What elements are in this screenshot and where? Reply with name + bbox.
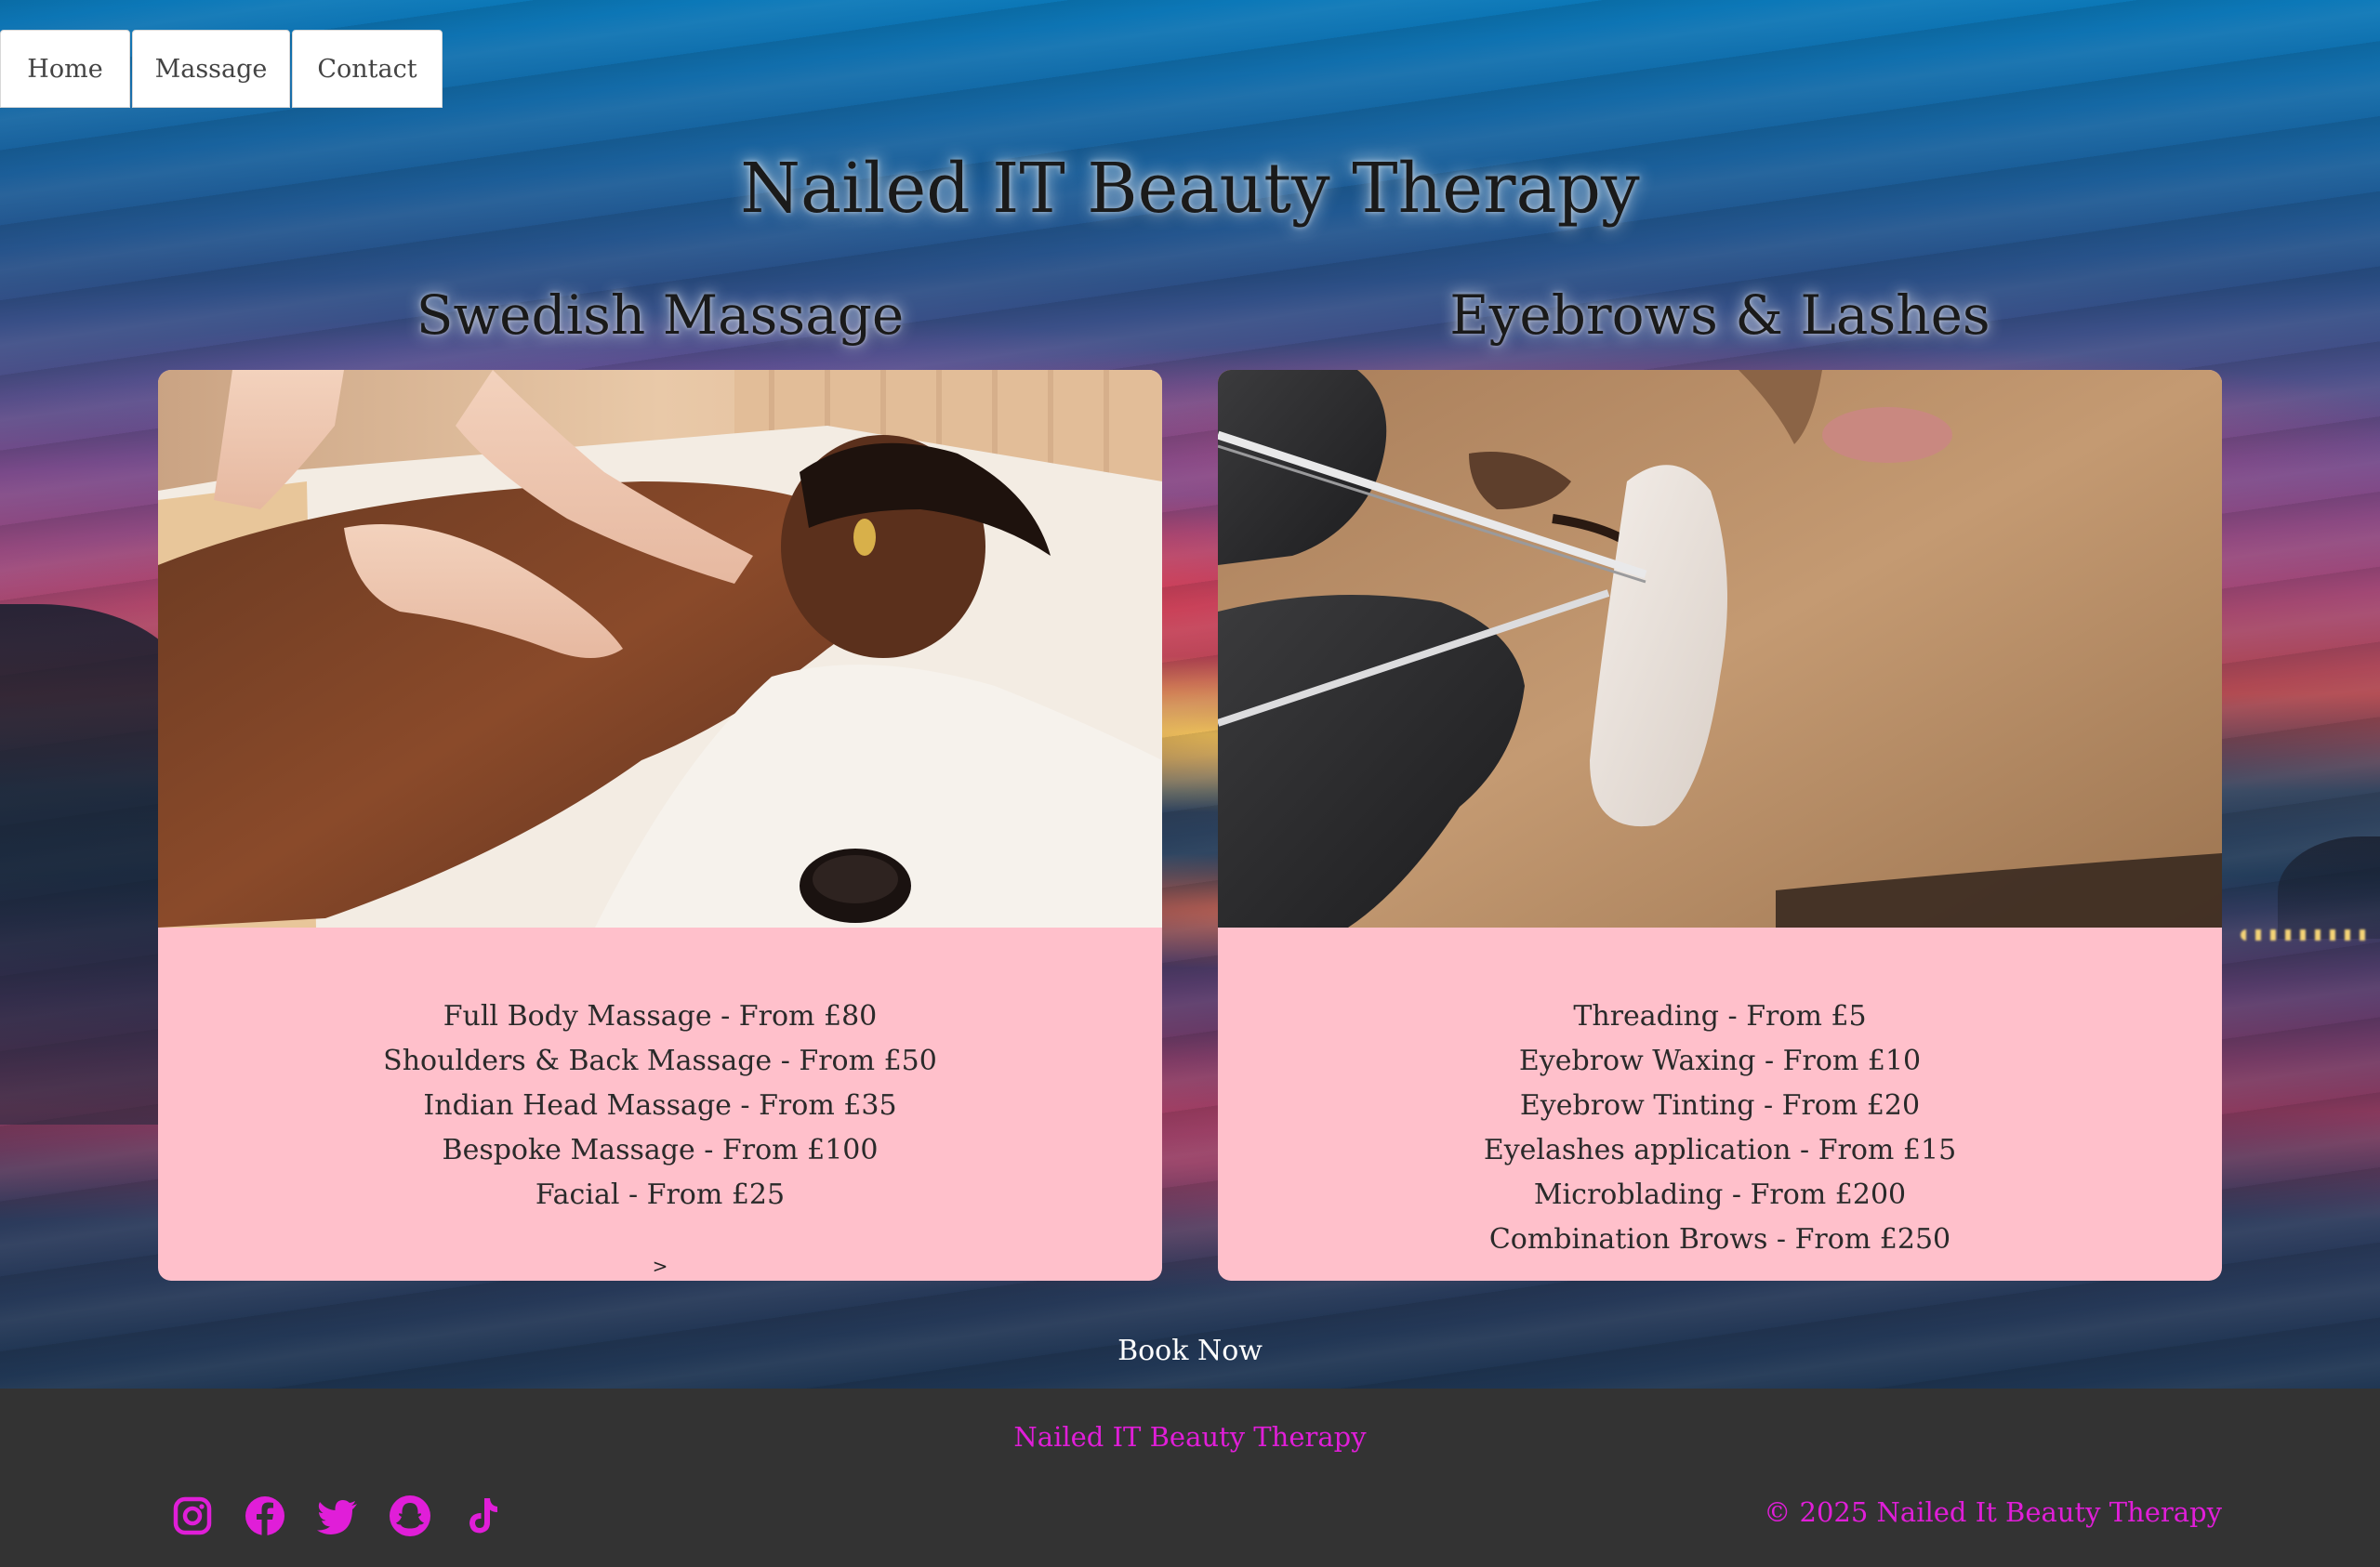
service-eyelashes: Eyelashes application - From £15 xyxy=(1483,1134,1957,1166)
lashes-photo xyxy=(1218,370,2222,928)
service-combination-brows: Combination Brows - From £250 xyxy=(1488,1223,1951,1256)
service-threading: Threading - From £5 xyxy=(1573,1000,1867,1033)
massage-more-link[interactable]: > xyxy=(158,1255,1162,1277)
massage-photo xyxy=(158,370,1162,928)
service-eyebrow-tinting: Eyebrow Tinting - From £20 xyxy=(1519,1089,1921,1122)
massage-service-list: Full Body Massage - From £80 Shoulders &… xyxy=(158,994,1162,1218)
massage-heading: Swedish Massage xyxy=(416,283,905,347)
nav-tab-contact[interactable]: Contact xyxy=(292,30,443,108)
instagram-icon[interactable] xyxy=(169,1493,216,1539)
social-links xyxy=(169,1493,506,1539)
service-bespoke: Bespoke Massage - From £100 xyxy=(442,1134,879,1166)
lashes-card: Threading - From £5 Eyebrow Waxing - Fro… xyxy=(1218,370,2222,1281)
service-indian-head: Indian Head Massage - From £35 xyxy=(423,1089,897,1122)
tiktok-icon[interactable] xyxy=(459,1493,506,1539)
nav-tab-home[interactable]: Home xyxy=(0,30,130,108)
service-eyebrow-waxing: Eyebrow Waxing - From £10 xyxy=(1518,1045,1922,1077)
book-now-button[interactable]: Book Now xyxy=(0,1335,2380,1367)
service-facial: Facial - From £25 xyxy=(535,1179,786,1211)
footer: Nailed IT Beauty Therapy © 2025 Nailed I… xyxy=(0,1389,2380,1567)
far-shoreline xyxy=(2278,836,2380,939)
service-microblading: Microblading - From £200 xyxy=(1533,1179,1907,1211)
copyright-text: © 2025 Nailed It Beauty Therapy xyxy=(1764,1496,2222,1528)
lashes-service-list: Threading - From £5 Eyebrow Waxing - Fro… xyxy=(1218,994,2222,1262)
nav-tab-massage[interactable]: Massage xyxy=(132,30,290,108)
town-lights xyxy=(2241,929,2371,941)
twitter-icon[interactable] xyxy=(314,1493,361,1539)
massage-card: Full Body Massage - From £80 Shoulders &… xyxy=(158,370,1162,1281)
facebook-icon[interactable] xyxy=(242,1493,288,1539)
lashes-heading: Eyebrows & Lashes xyxy=(1449,283,1990,347)
site-title: Nailed IT Beauty Therapy xyxy=(740,149,1640,229)
service-full-body: Full Body Massage - From £80 xyxy=(443,1000,878,1033)
footer-title: Nailed IT Beauty Therapy xyxy=(1013,1421,1367,1453)
snapchat-icon[interactable] xyxy=(387,1493,433,1539)
top-nav: Home Massage Contact xyxy=(0,30,443,108)
service-shoulders-back: Shoulders & Back Massage - From £50 xyxy=(383,1045,937,1077)
